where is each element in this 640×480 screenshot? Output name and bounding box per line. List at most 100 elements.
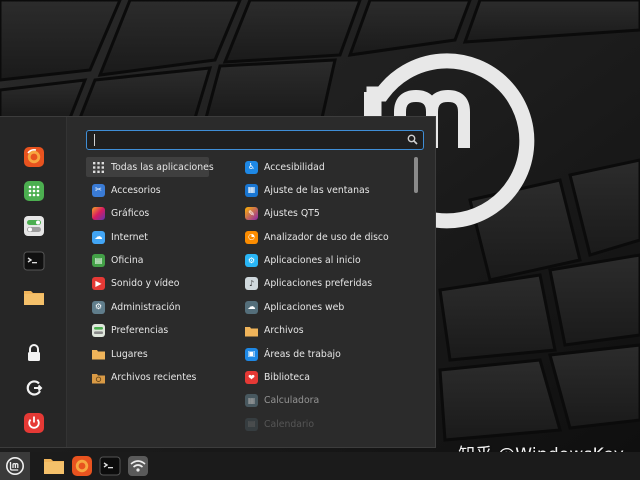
play-icon: ▶ [92,277,105,291]
terminal-favorite-button[interactable] [23,250,45,272]
lock-screen-button[interactable] [23,342,45,364]
scissors-icon: ✂ [92,183,105,197]
app-item[interactable]: Archivos [239,321,409,341]
app-item[interactable]: ♿ Accesibilidad [239,157,409,177]
power-icon [24,413,44,433]
wifi-icon [128,456,148,476]
app-item[interactable]: ◔ Analizador de uso de disco [239,227,409,247]
app-list-scrollbar[interactable] [414,157,418,193]
category-label: Gráficos [111,208,150,220]
preferences-icon [92,324,105,338]
office-icon: ▤ [92,254,105,268]
app-label: Biblioteca [264,372,310,384]
admin-icon: ⚙ [92,300,105,314]
app-item[interactable]: ▦ Calculadora [239,391,409,411]
folder-icon [245,324,258,337]
shutdown-button[interactable] [23,412,45,434]
application-menu: Todas las aplicaciones ✂ Accesorios Gráf… [0,116,436,448]
accessibility-icon: ♿ [245,160,258,174]
lock-icon [28,344,40,361]
web-apps-icon: ☁ [245,300,258,314]
startup-apps-icon: ⚙ [245,254,258,268]
disk-usage-icon: ◔ [245,230,258,244]
app-label: Ajustes QT5 [264,208,320,220]
files-favorite-button[interactable] [23,286,45,308]
folder-icon [92,348,105,361]
app-item[interactable]: ▣ Áreas de trabajo [239,344,409,364]
text-caret [94,134,95,146]
grid-dots-icon [92,161,105,174]
category-recent-files[interactable]: Archivos recientes [86,368,226,388]
folder-icon [24,291,44,305]
app-item[interactable]: ✎ Ajustes QT5 [239,204,409,224]
category-accessories[interactable]: ✂ Accesorios [86,180,226,200]
app-item[interactable]: ☁ Aplicaciones web [239,297,409,317]
category-internet[interactable]: ☁ Internet [86,227,226,247]
category-administration[interactable]: ⚙ Administración [86,297,226,317]
calculator-icon: ▦ [245,394,258,408]
application-list: ♿ Accesibilidad ▦ Ajuste de las ventanas… [239,157,409,438]
firefox-icon [24,147,44,167]
app-item[interactable]: ⚙ Aplicaciones al inicio [239,251,409,271]
settings-favorite-button[interactable] [23,215,45,237]
firefox-launcher[interactable] [71,455,93,477]
firefox-favorite-button[interactable] [23,146,45,168]
search-input[interactable] [86,130,424,150]
app-label: Calculadora [264,395,320,407]
category-office[interactable]: ▤ Oficina [86,251,226,271]
app-label: Aplicaciones al inicio [264,255,361,267]
preferred-apps-icon: ♪ [245,277,258,291]
app-label: Aplicaciones preferidas [264,278,373,290]
app-item[interactable]: ▤ Calendario [239,414,409,434]
bottom-panel [0,452,640,480]
app-label: Aplicaciones web [264,301,345,313]
category-label: Accesorios [111,184,161,196]
app-label: Accesibilidad [264,161,325,173]
firefox-icon [72,456,92,476]
software-manager-favorite-button[interactable] [23,180,45,202]
toggle-settings-icon [24,216,44,236]
network-applet[interactable] [127,455,149,477]
app-label: Áreas de trabajo [264,348,341,360]
app-label: Calendario [264,418,315,430]
category-graphics[interactable]: Gráficos [86,204,226,224]
category-list: Todas las aplicaciones ✂ Accesorios Gráf… [86,157,226,391]
app-item[interactable]: ❤ Biblioteca [239,368,409,388]
calendar-icon: ▤ [245,417,258,431]
app-label: Ajuste de las ventanas [264,184,370,196]
recent-folder-icon [92,371,105,384]
favorites-sidebar [0,117,67,447]
category-label: Lugares [111,348,148,360]
folder-icon [44,459,64,474]
linux-mint-icon [6,457,24,475]
logout-button[interactable] [23,377,45,399]
category-preferences[interactable]: Preferencias [86,321,226,341]
category-label: Archivos recientes [111,372,197,384]
category-sound-video[interactable]: ▶ Sonido y vídeo [86,274,226,294]
terminal-icon [23,251,45,271]
app-item[interactable]: ♪ Aplicaciones preferidas [239,274,409,294]
search-icon[interactable] [407,134,418,145]
category-label: Oficina [111,255,144,267]
window-tiling-icon: ▦ [245,183,258,197]
category-all-applications[interactable]: Todas las aplicaciones [86,157,214,177]
app-label: Analizador de uso de disco [264,231,389,243]
category-label: Sonido y vídeo [111,278,180,290]
category-label: Preferencias [111,325,169,337]
category-label: Todas las aplicaciones [111,161,214,173]
terminal-icon [99,456,121,476]
grid-dots-icon [24,181,44,201]
graphics-icon [92,207,105,221]
category-places[interactable]: Lugares [86,344,226,364]
files-launcher[interactable] [43,455,65,477]
cloud-icon: ☁ [92,230,105,244]
workspaces-icon: ▣ [245,347,258,361]
app-label: Archivos [264,325,304,337]
category-label: Administración [111,301,181,313]
category-label: Internet [111,231,148,243]
library-icon: ❤ [245,371,258,385]
qt-settings-icon: ✎ [245,207,258,221]
terminal-launcher[interactable] [99,455,121,477]
menu-button[interactable] [0,452,30,480]
app-item[interactable]: ▦ Ajuste de las ventanas [239,180,409,200]
